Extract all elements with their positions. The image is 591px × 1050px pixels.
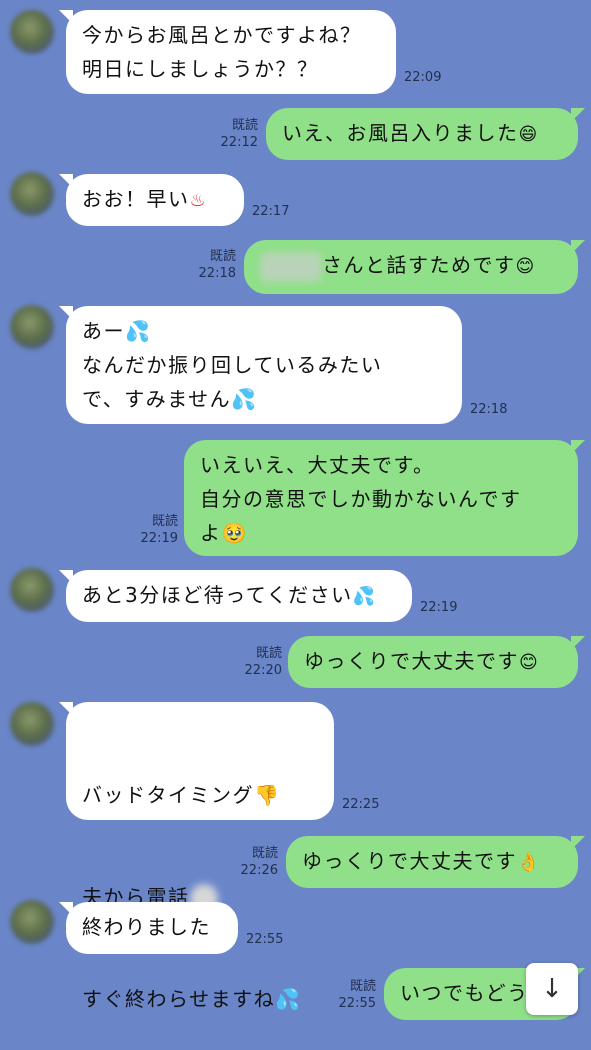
- message-time: 22:55: [338, 996, 376, 1011]
- message-bubble-incoming[interactable]: あと3分ほど待ってください💦: [59, 570, 412, 622]
- message-meta: 既読 22:18: [190, 248, 236, 282]
- arrow-down-icon: ↓: [541, 974, 563, 1004]
- hot-springs-emoji-icon: ♨: [189, 190, 208, 211]
- avatar-icon[interactable]: [10, 10, 54, 54]
- message-text: ゆっくりで大丈夫です: [304, 649, 519, 673]
- scroll-to-bottom-button[interactable]: ↓: [526, 963, 578, 1015]
- message-meta: 既読 22:12: [212, 117, 258, 151]
- read-status: 既読: [231, 118, 258, 133]
- message-time: 22:20: [244, 663, 282, 678]
- message-meta: 既読 22:20: [236, 645, 282, 679]
- message-time: 22:18: [470, 402, 508, 417]
- message-bubble-incoming[interactable]: おお！早い♨: [59, 174, 244, 226]
- message-time: 22:17: [252, 204, 290, 219]
- message-time: 22:09: [404, 70, 442, 85]
- message-text: いえ、お風呂入りました: [282, 121, 519, 145]
- smile-emoji-icon: 😊: [515, 256, 536, 277]
- message-bubble-outgoing[interactable]: いえ、お風呂入りました😄: [266, 108, 585, 160]
- message-bubble-incoming[interactable]: あー💦 なんだか振り回しているみたい で、すみません💦: [59, 306, 462, 424]
- message-line: すぐ終わらせますね💦: [82, 987, 302, 1011]
- sweat-drops-emoji-icon: 💦: [352, 586, 377, 607]
- message-bubble-outgoing[interactable]: いえいえ、大丈夫です。 自分の意思でしか動かないんです よ🥹: [184, 440, 585, 556]
- message-text: あと3分ほど待ってください: [82, 583, 353, 607]
- message-time: 22:12: [220, 135, 258, 150]
- message-time: 22:26: [240, 863, 278, 878]
- grin-emoji-icon: 😄: [518, 124, 539, 145]
- avatar-icon[interactable]: [10, 702, 54, 746]
- message-time: 22:19: [140, 531, 178, 546]
- read-status: 既読: [349, 979, 376, 994]
- smile-emoji-icon: 😊: [519, 652, 540, 673]
- message-meta: 既読 22:26: [232, 845, 278, 879]
- message-text: さんと話すためです: [322, 253, 516, 277]
- read-status: 既読: [209, 249, 236, 264]
- avatar-icon[interactable]: [10, 900, 54, 944]
- avatar-icon[interactable]: [10, 568, 54, 612]
- avatar-icon[interactable]: [10, 172, 54, 216]
- message-bubble-outgoing[interactable]: ゆっくりで大丈夫です👌: [286, 836, 585, 888]
- message-bubble-incoming[interactable]: 今からお風呂とかですよね？ 明日にしましょうか？？: [59, 10, 396, 94]
- message-time: 22:18: [198, 266, 236, 281]
- message-bubble-outgoing[interactable]: ゆっくりで大丈夫です😊: [288, 636, 585, 688]
- message-time: 22:55: [246, 932, 284, 947]
- message-line: バッドタイミング👎: [82, 783, 281, 807]
- message-bubble-incoming[interactable]: 終わりました: [59, 902, 238, 954]
- read-status: 既読: [151, 514, 178, 529]
- message-meta: 既読 22:55: [330, 978, 376, 1012]
- message-meta: 既読 22:19: [132, 513, 178, 547]
- ok-hand-emoji-icon: 👌: [517, 852, 541, 873]
- message-time: 22:25: [342, 797, 380, 812]
- message-text: おお！早い: [82, 187, 190, 211]
- read-status: 既読: [255, 646, 282, 661]
- message-time: 22:19: [420, 600, 458, 615]
- message-bubble-incoming[interactable]: バッドタイミング👎 夫から電話 すぐ終わらせますね💦: [59, 702, 334, 1011]
- message-bubble-outgoing[interactable]: さんと話すためです😊: [244, 240, 585, 294]
- avatar-icon[interactable]: [10, 305, 54, 349]
- redacted-name: [260, 251, 322, 282]
- message-text: ゆっくりで大丈夫です: [302, 849, 517, 873]
- read-status: 既読: [251, 846, 278, 861]
